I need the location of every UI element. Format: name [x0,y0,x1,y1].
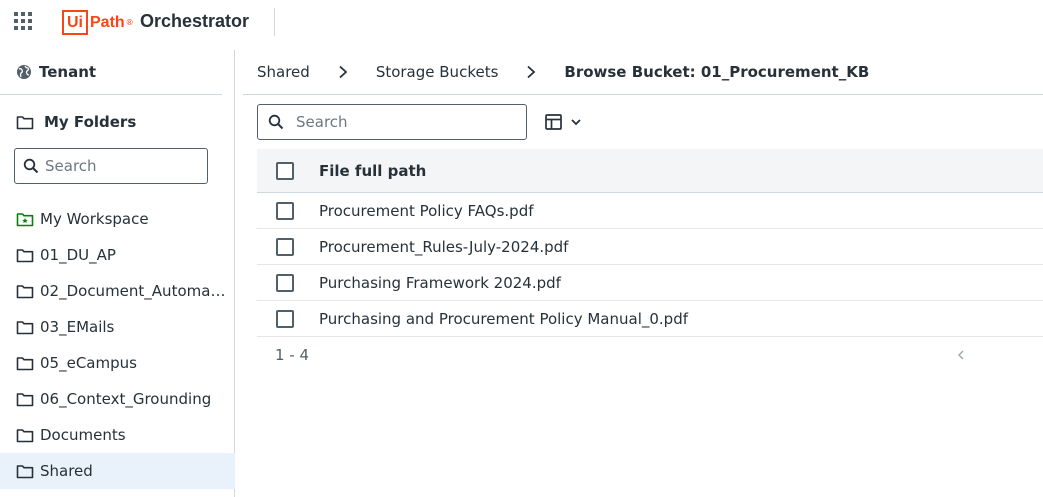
pagination-range: 1 - 4 [275,346,310,364]
folder-icon [16,115,34,129]
select-all-checkbox[interactable] [276,161,294,180]
folder-item-my-workspace[interactable]: My Workspace [0,201,235,237]
file-path-cell[interactable]: Purchasing and Procurement Policy Manual… [319,310,688,328]
chevron-left-icon[interactable] [954,347,968,363]
folder-label: 01_DU_AP [40,246,116,264]
folder-item-03-emails[interactable]: 03_EMails [0,309,235,345]
my-folders-label: My Folders [44,113,137,131]
table-pagination: 1 - 4 [257,337,1043,373]
files-table: File full path Procurement Policy FAQs.p… [257,149,1043,373]
folder-icon [16,248,34,262]
uipath-logo[interactable]: Ui Path ® [62,10,134,35]
breadcrumb-storage-buckets[interactable]: Storage Buckets [376,63,499,81]
search-icon [23,158,39,174]
breadcrumb-divider [243,94,1043,95]
folder-sidebar: Tenant My Folders My Workspace 01_DU_AP [0,50,235,497]
folder-label: 03_EMails [40,318,115,336]
product-name: Orchestrator [140,11,250,31]
logo-ui-text: Ui [67,13,83,31]
breadcrumb: Shared Storage Buckets Browse Bucket: 01… [257,50,869,94]
column-view-button[interactable] [544,110,586,134]
folder-icon [16,428,34,442]
file-path-cell[interactable]: Purchasing Framework 2024.pdf [319,274,561,292]
folder-label: 02_Document_Automation [40,282,230,300]
folder-item-05-ecampus[interactable]: 05_eCampus [0,345,235,381]
breadcrumb-shared[interactable]: Shared [257,63,310,81]
folder-icon [16,392,34,406]
folder-list: My Workspace 01_DU_AP 02_Document_Automa… [0,201,235,489]
chevron-right-icon [527,65,536,79]
tenant-label: Tenant [39,63,97,81]
column-header-file-path[interactable]: File full path [319,162,426,180]
my-folders-heading: My Folders [16,113,136,131]
globe-icon [17,65,31,79]
folder-label: My Workspace [40,210,149,228]
folder-item-02-document-automation[interactable]: 02_Document_Automation [0,273,235,309]
folder-label: 06_Context_Grounding [40,390,212,408]
search-icon [268,114,284,130]
table-header: File full path [257,149,1043,193]
folder-item-01-du-ap[interactable]: 01_DU_AP [0,237,235,273]
app-launcher-icon[interactable] [14,12,34,32]
folder-icon [16,284,34,298]
table-row[interactable]: Procurement_Rules-July-2024.pdf [257,229,1043,265]
folder-icon [16,320,34,334]
folder-search-box[interactable] [14,148,208,184]
file-search-input[interactable] [296,113,516,131]
folder-label: 05_eCampus [40,354,137,372]
folder-item-shared[interactable]: Shared [0,453,235,489]
row-checkbox[interactable] [276,201,294,220]
chevron-down-icon [571,119,581,126]
folder-item-06-context-grounding[interactable]: 06_Context_Grounding [0,381,235,417]
folder-search-input[interactable] [45,157,195,175]
folder-label: Documents [40,426,126,444]
table-row[interactable]: Purchasing Framework 2024.pdf [257,265,1043,301]
header-divider [274,8,275,36]
breadcrumb-browse-bucket: Browse Bucket: 01_Procurement_KB [564,63,870,81]
file-search-box[interactable] [257,104,527,140]
table-row[interactable]: Purchasing and Procurement Policy Manual… [257,301,1043,337]
row-checkbox[interactable] [276,237,294,256]
row-checkbox[interactable] [276,273,294,292]
file-path-cell[interactable]: Procurement_Rules-July-2024.pdf [319,238,568,256]
folder-label: Shared [40,462,93,480]
workspace-folder-icon [16,212,34,226]
row-checkbox[interactable] [276,309,294,328]
folder-icon [16,464,34,478]
tenant-item[interactable]: Tenant [0,50,222,95]
chevron-right-icon [339,65,348,79]
table-columns-icon [545,114,562,130]
file-path-cell[interactable]: Procurement Policy FAQs.pdf [319,202,534,220]
top-header: Ui Path ® Orchestrator [0,0,1043,46]
folder-icon [16,356,34,370]
logo-path-text: Path [90,13,125,31]
table-row[interactable]: Procurement Policy FAQs.pdf [257,193,1043,229]
folder-item-documents[interactable]: Documents [0,417,235,453]
